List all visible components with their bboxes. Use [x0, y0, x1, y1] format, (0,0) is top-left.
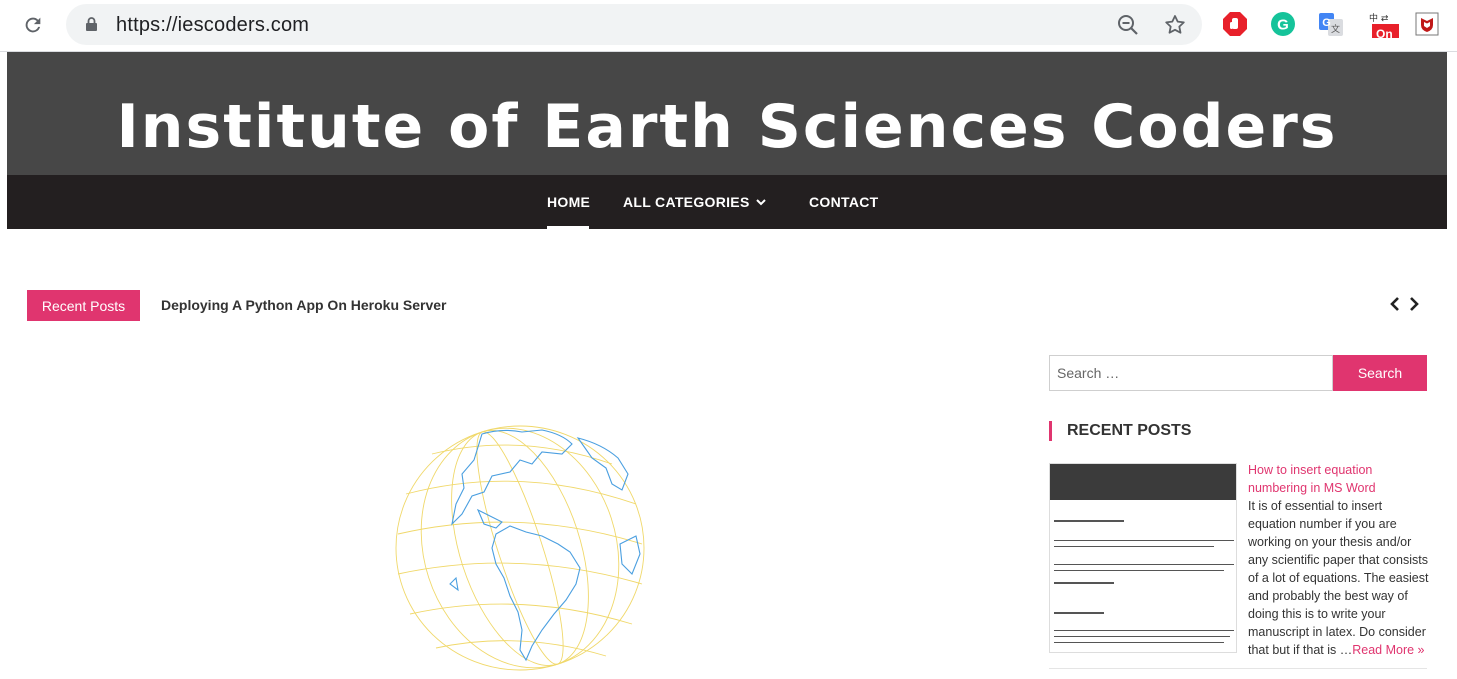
chevron-left-icon[interactable]: [1389, 296, 1401, 317]
recent-post-excerpt: It is of essential to insert equation nu…: [1248, 497, 1433, 659]
site-title[interactable]: Institute of Earth Sciences Coders: [7, 92, 1447, 162]
post-thumbnail[interactable]: [1049, 463, 1237, 653]
url-text: https://iescoders.com: [116, 14, 310, 36]
svg-text:G: G: [1322, 17, 1331, 29]
address-bar[interactable]: https://iescoders.com: [66, 4, 1202, 45]
translate-icon[interactable]: G文: [1317, 10, 1345, 38]
zoom-out-icon[interactable]: [1116, 13, 1140, 42]
globe-image[interactable]: [392, 424, 648, 679]
chevron-down-icon[interactable]: [755, 195, 767, 213]
svg-text:中 ⇄: 中 ⇄: [1369, 12, 1389, 24]
mcafee-icon[interactable]: [1413, 10, 1441, 38]
nav-all-categories[interactable]: ALL CATEGORIES: [623, 194, 750, 210]
bookmark-star-icon[interactable]: [1163, 13, 1187, 42]
chevron-right-icon[interactable]: [1408, 296, 1420, 317]
recent-posts-badge: Recent Posts: [27, 290, 140, 321]
svg-text:文: 文: [1331, 23, 1340, 35]
web-page: Institute of Earth Sciences Coders HOME …: [7, 52, 1447, 677]
converter-badge: On: [1376, 27, 1393, 41]
recent-posts-heading: RECENT POSTS: [1067, 422, 1192, 439]
nav-home[interactable]: HOME: [547, 194, 590, 210]
chinese-converter-icon[interactable]: 中 ⇄ On: [1368, 10, 1402, 41]
thumbnail-word-toolbar: [1050, 464, 1236, 500]
post-divider: [1049, 668, 1427, 669]
search-button[interactable]: Search: [1333, 355, 1427, 391]
main-navigation: HOME ALL CATEGORIES CONTACT: [7, 175, 1447, 229]
adblock-icon[interactable]: [1221, 10, 1249, 38]
reload-icon[interactable]: [18, 10, 48, 40]
site-header: Institute of Earth Sciences Coders: [7, 52, 1447, 175]
excerpt-text: It is of essential to insert equation nu…: [1248, 499, 1429, 657]
recent-post-title[interactable]: How to insert equation numbering in MS W…: [1248, 461, 1433, 497]
active-nav-indicator: [547, 226, 589, 229]
nav-contact[interactable]: CONTACT: [809, 194, 879, 210]
svg-text:G: G: [1277, 17, 1289, 34]
search-input[interactable]: [1049, 355, 1333, 391]
grammarly-icon[interactable]: G: [1269, 10, 1297, 38]
read-more-link[interactable]: Read More »: [1352, 643, 1424, 657]
browser-toolbar: https://iescoders.com G G文 中 ⇄ On: [0, 0, 1457, 52]
ticker-headline[interactable]: Deploying A Python App On Heroku Server: [161, 297, 446, 313]
lock-icon: [85, 16, 98, 37]
widget-accent-bar: [1049, 421, 1052, 441]
